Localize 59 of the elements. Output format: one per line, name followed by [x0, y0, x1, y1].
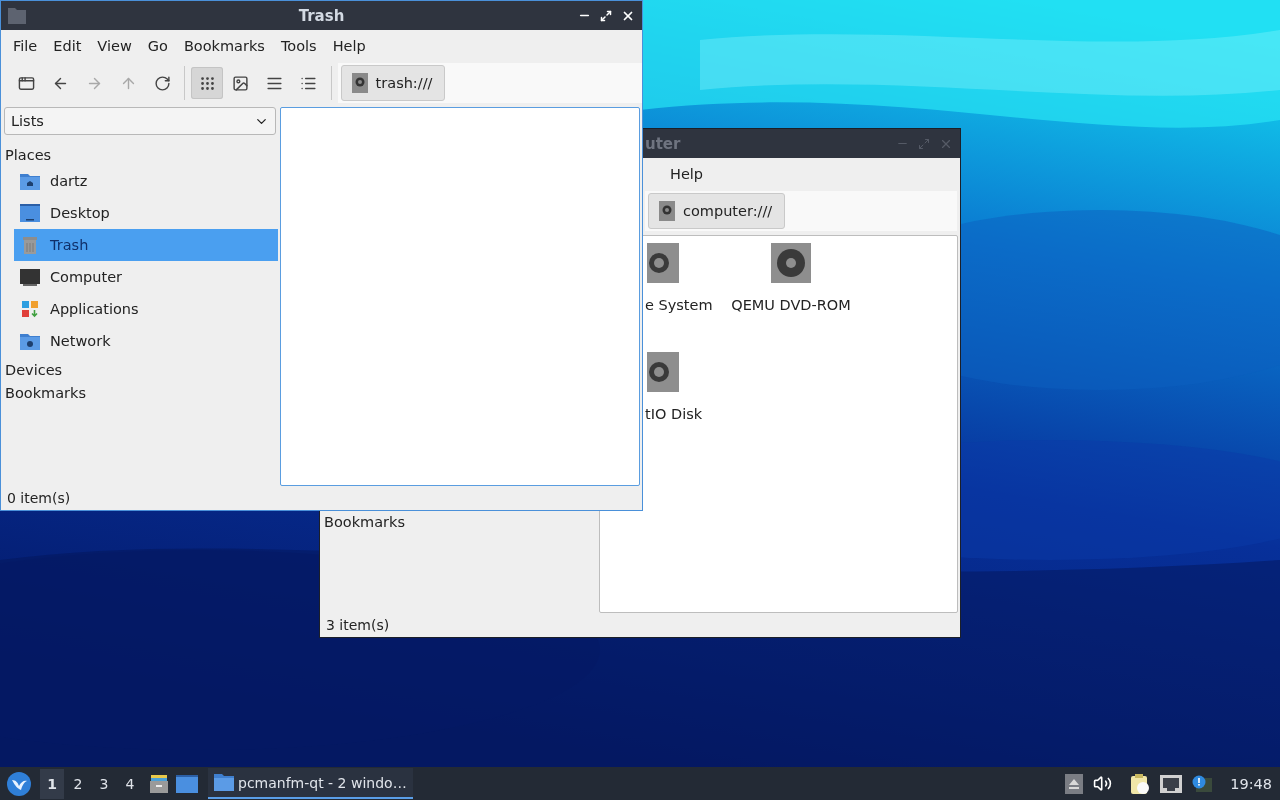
menu-item[interactable]: Help [324, 37, 374, 54]
folder-icon [8, 7, 26, 24]
sidebar-item[interactable]: Desktop [14, 197, 278, 229]
folder-icon [214, 774, 234, 791]
workspace-button[interactable]: 1 [40, 768, 64, 799]
item-label[interactable]: QEMU DVD-ROM [731, 297, 851, 313]
maximize-icon [918, 137, 930, 150]
maximize-icon [600, 9, 612, 22]
sidebar-section[interactable]: Bookmarks [320, 509, 597, 532]
sidebar-item[interactable]: Trash [14, 229, 278, 261]
sidebar-section[interactable]: Places [1, 135, 278, 165]
grid-icon [198, 74, 216, 92]
drive-icon [647, 243, 679, 283]
desktop-icon[interactable] [176, 774, 198, 793]
notification-icon[interactable] [1192, 774, 1213, 793]
sidebar-item[interactable]: Applications [14, 293, 278, 325]
drive-icon [351, 73, 368, 93]
applications-icon [19, 298, 41, 320]
clipboard-icon[interactable] [1130, 772, 1151, 795]
menu-item[interactable]: Bookmarks [175, 37, 273, 54]
sidebar-item[interactable]: dartz [14, 165, 278, 197]
network-port-icon[interactable] [1160, 774, 1183, 793]
image-icon [232, 74, 250, 92]
workspace-button[interactable]: 2 [66, 768, 90, 799]
sidebar-section[interactable]: Devices [1, 357, 278, 380]
start-menu-icon[interactable] [6, 770, 32, 797]
volume-icon[interactable] [1093, 774, 1113, 793]
new-tab-icon [18, 74, 36, 92]
workspace-button[interactable]: 4 [118, 768, 142, 799]
sidebar-item[interactable]: Computer [14, 261, 278, 293]
sidebar-item[interactable]: Network [14, 325, 278, 357]
drive-icon [659, 201, 675, 221]
location-button[interactable]: trash:/// [340, 65, 446, 101]
window-title: uter [645, 134, 681, 153]
eject-icon[interactable] [1065, 773, 1084, 794]
computer-icon [19, 266, 41, 288]
reload-icon [153, 74, 171, 92]
workspace-button[interactable]: 3 [92, 768, 116, 799]
sidebar-section[interactable]: Bookmarks [1, 380, 278, 403]
location-button[interactable]: computer:/// [648, 193, 786, 229]
icon-view-button[interactable] [191, 67, 224, 99]
menu-item[interactable]: Go [139, 37, 176, 54]
item-label[interactable]: tIO Disk [645, 406, 703, 422]
task-button[interactable]: pcmanfm-qt - 2 windo… [208, 768, 413, 799]
status-text: 3 item(s) [325, 616, 391, 635]
menu-item[interactable]: Tools [272, 37, 325, 54]
clock: 19:48 [1230, 775, 1272, 792]
desktop-icon [19, 202, 41, 224]
menu-item[interactable]: File [5, 37, 46, 54]
window-title: Trash [298, 6, 345, 25]
side-pane-dropdown[interactable]: Lists [4, 107, 276, 135]
drive-icon [647, 352, 679, 392]
item-label[interactable]: e System [645, 297, 713, 313]
menu-item[interactable]: Help [662, 165, 712, 182]
menu-item[interactable]: View [89, 37, 140, 54]
status-text: 0 item(s) [6, 489, 72, 508]
file-cabinet-icon[interactable] [149, 773, 169, 794]
disc-drive-icon [771, 243, 811, 283]
menu-item[interactable]: Edit [45, 37, 90, 54]
